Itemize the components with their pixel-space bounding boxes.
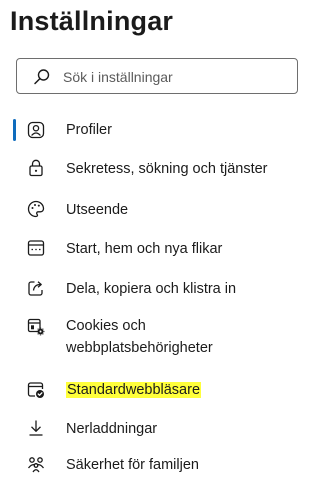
sidebar-item-label: Start, hem och nya flikar — [66, 241, 223, 257]
lock-icon — [26, 158, 46, 178]
selected-indicator — [13, 119, 16, 141]
highlight-mark: Standardwebbläsare — [66, 382, 202, 398]
sidebar-item-start-home[interactable]: Start, hem och nya flikar — [0, 236, 293, 262]
home-page-icon — [26, 238, 46, 258]
sidebar-item-label: Säkerhet för familjen — [66, 457, 199, 473]
sidebar-item-share-copy-paste[interactable]: Dela, kopiera och klistra in — [0, 276, 293, 302]
sidebar-item-profiles[interactable]: Profiler — [0, 117, 293, 143]
share-icon — [26, 278, 46, 298]
sidebar-item-label: Dela, kopiera och klistra in — [66, 281, 237, 297]
default-browser-icon — [26, 380, 46, 400]
cookie-settings-icon — [26, 317, 46, 337]
sidebar-item-appearance[interactable]: Utseende — [0, 197, 293, 223]
sidebar-item-privacy[interactable]: Sekretess, sökning och tjänster — [0, 156, 293, 182]
settings-nav: Profiler Sekretess, sökning och tjänster… — [0, 0, 293, 473]
profile-icon — [26, 120, 46, 140]
sidebar-item-label: Sekretess, sökning och tjänster — [66, 161, 268, 177]
sidebar-item-cookies-permissions[interactable]: Cookies och webbplatsbehörigheter — [0, 315, 293, 363]
sidebar-item-label: Standardwebbläsare — [66, 379, 202, 401]
sidebar-item-downloads[interactable]: Nerladdningar — [0, 416, 293, 442]
sidebar-item-label: Cookies och webbplatsbehörigheter — [66, 318, 213, 356]
download-icon — [26, 418, 46, 438]
palette-icon — [26, 199, 46, 219]
sidebar-item-label: Nerladdningar — [66, 421, 158, 437]
sidebar-item-label: Profiler — [66, 122, 112, 138]
sidebar-item-default-browser[interactable]: Standardwebbläsare — [0, 377, 293, 403]
family-icon — [26, 455, 46, 475]
sidebar-item-family-safety[interactable]: Säkerhet för familjen — [0, 454, 293, 480]
sidebar-item-label: Utseende — [66, 202, 129, 218]
